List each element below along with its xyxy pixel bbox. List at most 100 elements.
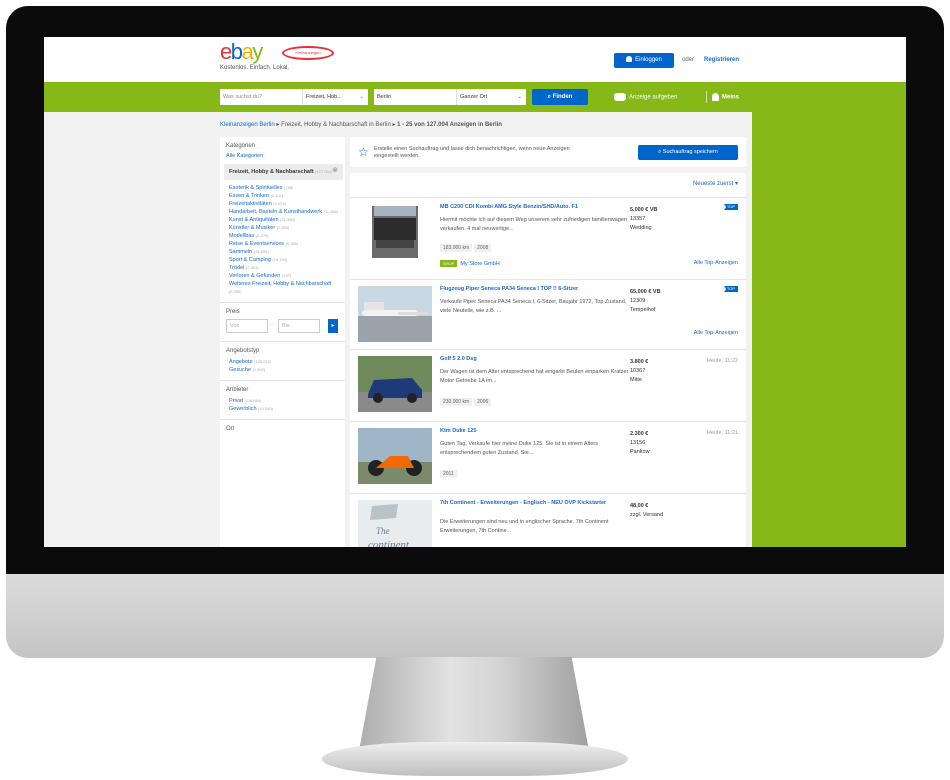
sidebar-item[interactable]: Weiteres Freizeit, Hobby & Nachbarschaft… bbox=[226, 280, 339, 296]
sidebar-item-label: Kunst & Antiquitäten bbox=[229, 217, 279, 223]
price-from-input[interactable]: Von bbox=[226, 319, 268, 333]
user-icon bbox=[626, 56, 633, 63]
listing-item[interactable]: Ktm Duke 125 Guten Tag, Verkaufe hier me… bbox=[350, 421, 746, 493]
sidebar-item-label: Angebote bbox=[229, 359, 253, 365]
listing-image: The continent bbox=[358, 500, 432, 547]
sidebar-item[interactable]: Sport & Camping (16.194) bbox=[226, 256, 339, 264]
sidebar-item[interactable]: Gesuche (1.992) bbox=[226, 366, 339, 374]
my-menu-link[interactable]: Meins bbox=[712, 93, 739, 101]
location-input[interactable]: Berlin bbox=[374, 89, 456, 105]
listing-title[interactable]: MB C200 CDI Kombi AMG Style Benzin/SHD/A… bbox=[440, 204, 624, 211]
sidebar-item-label: Privat bbox=[229, 398, 244, 404]
radius-select[interactable]: Ganzer Ort ⌄ bbox=[456, 89, 526, 105]
chevron-down-icon: ⌄ bbox=[359, 94, 364, 100]
tag-mileage: 230.000 km bbox=[440, 398, 473, 406]
sidebar-item-label: Freizeitaktivitäten bbox=[229, 201, 272, 207]
radius-value: Ganzer Ort bbox=[460, 94, 488, 100]
sidebar-item[interactable]: Trödel (7.403) bbox=[226, 264, 339, 272]
post-ad-link[interactable]: Anzeige aufgeben bbox=[614, 93, 677, 101]
all-categories-link[interactable]: Alle Kategorien bbox=[226, 153, 339, 159]
sidebar-item[interactable]: Essen & Trinken (2.101) bbox=[226, 192, 339, 200]
listing-tags: 183.000 km 2008 bbox=[440, 244, 493, 252]
result-count: 1 - 25 von 127.004 Anzeigen in Berlin bbox=[397, 122, 502, 128]
listing-price: 48,00 € bbox=[630, 503, 649, 509]
listing-price-block: 65.000 € VB 12309 Tempelhof bbox=[630, 288, 686, 315]
category-value: Freizeit, Hob... bbox=[306, 94, 342, 100]
find-button[interactable]: ⌕ Finden bbox=[532, 89, 588, 105]
listing-description: Der Wagen ist dem Alter entsprechend hat… bbox=[440, 369, 629, 384]
sidebar-item-count: (2.860) bbox=[276, 225, 290, 230]
sidebar-item[interactable]: Kunst & Antiquitäten (21.368) bbox=[226, 216, 339, 224]
sidebar-item[interactable]: Gewerblich (10.340) bbox=[226, 405, 339, 413]
star-search-icon: ☆ bbox=[358, 145, 369, 159]
login-label: Einloggen bbox=[635, 57, 662, 63]
sidebar-item-count: (6.365) bbox=[285, 241, 299, 246]
search-input[interactable]: Was suchst du? bbox=[220, 89, 302, 105]
active-category[interactable]: Freizeit, Hobby & Nachbarschaft (127.004… bbox=[224, 164, 343, 180]
sidebar-item[interactable]: Sammeln (34.598) bbox=[226, 248, 339, 256]
listing-title[interactable]: Golf 5 2.0 Dsg bbox=[440, 356, 624, 363]
listing-price: 2.300 € bbox=[630, 431, 649, 437]
sidebar-item-label: Gewerblich bbox=[229, 406, 257, 412]
store-row[interactable]: SHOP My Store GmbH bbox=[440, 260, 500, 267]
sidebar-item[interactable]: Modellbau (5.279) bbox=[226, 232, 339, 240]
listing-item[interactable]: Flugzeug Piper Seneca PA34 Seneca I TOP … bbox=[350, 279, 746, 349]
sidebar: Kategorien Alle Kategorien Freizeit, Hob… bbox=[220, 137, 345, 547]
listing-title[interactable]: Flugzeug Piper Seneca PA34 Seneca I TOP … bbox=[440, 286, 624, 293]
tag-mileage: 183.000 km bbox=[440, 244, 473, 252]
top-badge: TOP bbox=[724, 286, 738, 292]
listing-title[interactable]: Ktm Duke 125 bbox=[440, 428, 624, 435]
store-name[interactable]: My Store GmbH bbox=[460, 261, 499, 267]
sort-select[interactable]: Neueste zuerst ▾ bbox=[693, 180, 738, 187]
price-to-input[interactable]: Bis bbox=[278, 319, 320, 333]
login-button[interactable]: Einloggen bbox=[614, 53, 674, 68]
chat-icon bbox=[614, 93, 626, 101]
listing-zip: 13156 bbox=[630, 440, 646, 446]
listing-title[interactable]: 7th Continent - Erweiterungen - Englisch… bbox=[440, 500, 624, 507]
all-top-ads-link[interactable]: Alle Top-Anzeigen bbox=[694, 260, 738, 266]
sidebar-item-count: (5.279) bbox=[255, 233, 269, 238]
register-link[interactable]: Registrieren bbox=[704, 57, 739, 63]
sidebar-item[interactable]: Esoterik & Spirituelles (798) bbox=[226, 184, 339, 192]
sidebar-item-label: Sport & Camping bbox=[229, 257, 271, 263]
sidebar-item-count: (116.664) bbox=[244, 398, 262, 403]
sidebar-item[interactable]: Angebote (125.012) bbox=[226, 358, 339, 366]
offer-type-title: Angebotstyp bbox=[226, 348, 260, 354]
site-header: ebay Kleinanzeigen Kostenlos. Einfach. L… bbox=[44, 37, 906, 82]
screen: ebay Kleinanzeigen Kostenlos. Einfach. L… bbox=[44, 37, 906, 547]
save-search-button[interactable]: ⌕ Suchauftrag speichern bbox=[638, 145, 738, 160]
sidebar-item[interactable]: Handarbeit, Basteln & Kunsthandwerk (11.… bbox=[226, 208, 339, 216]
my-menu-label: Meins bbox=[722, 94, 740, 101]
category-select[interactable]: Freizeit, Hob... ⌄ bbox=[302, 89, 368, 105]
sidebar-item[interactable]: Künstler & Musiker (2.860) bbox=[226, 224, 339, 232]
sidebar-item-count: (16.194) bbox=[272, 257, 288, 262]
sidebar-item[interactable]: Freizeitaktivitäten (4.924) bbox=[226, 200, 339, 208]
thumb-text: The bbox=[376, 526, 390, 536]
listing-tags: 2011 bbox=[440, 470, 459, 478]
listing-time: Heute, 11:21 bbox=[706, 430, 738, 436]
sidebar-item-label: Verloren & Gefunden bbox=[229, 273, 281, 279]
alert-text: Erstelle einen Suchauftrag und lasse dic… bbox=[374, 146, 570, 159]
ebay-logo[interactable]: ebay bbox=[220, 41, 289, 63]
search-alert-box: ☆ Erstelle einen Suchauftrag und lasse d… bbox=[350, 137, 746, 167]
sort-label: Neueste zuerst bbox=[692, 181, 734, 187]
logo[interactable]: ebay Kleinanzeigen Kostenlos. Einfach. L… bbox=[220, 41, 334, 71]
active-category-count: (127.004) bbox=[315, 169, 333, 174]
price-go-button[interactable]: ▸ bbox=[328, 319, 338, 333]
sidebar-item[interactable]: Verloren & Gefunden (167) bbox=[226, 272, 339, 280]
location-title: Ort bbox=[226, 426, 235, 432]
listing-description: Verkaufe Piper Seneca PA34 Seneca I, 6-S… bbox=[440, 299, 627, 314]
sidebar-item[interactable]: Privat (116.664) bbox=[226, 397, 339, 405]
sidebar-item-label: Essen & Trinken bbox=[229, 193, 270, 199]
all-top-ads-link[interactable]: Alle Top-Anzeigen bbox=[694, 330, 738, 336]
listing-zip: 10367 bbox=[630, 368, 646, 374]
price-dash: - bbox=[271, 322, 273, 328]
offer-type-list: Angebote (125.012) Gesuche (1.992) bbox=[226, 358, 339, 374]
close-filter-icon[interactable]: ⊗ bbox=[332, 167, 338, 175]
sidebar-item[interactable]: Reise & Eventservices (6.365) bbox=[226, 240, 339, 248]
sidebar-item-count: (34.598) bbox=[253, 249, 269, 254]
breadcrumb-root[interactable]: Kleinanzeigen Berlin bbox=[220, 122, 275, 128]
listing-item[interactable]: MB C200 CDI Kombi AMG Style Benzin/SHD/A… bbox=[350, 197, 746, 279]
listing-item[interactable]: Golf 5 2.0 Dsg Der Wagen ist dem Alter e… bbox=[350, 349, 746, 421]
listing-item[interactable]: The continent 7th Continent - Erweiterun… bbox=[350, 493, 746, 547]
